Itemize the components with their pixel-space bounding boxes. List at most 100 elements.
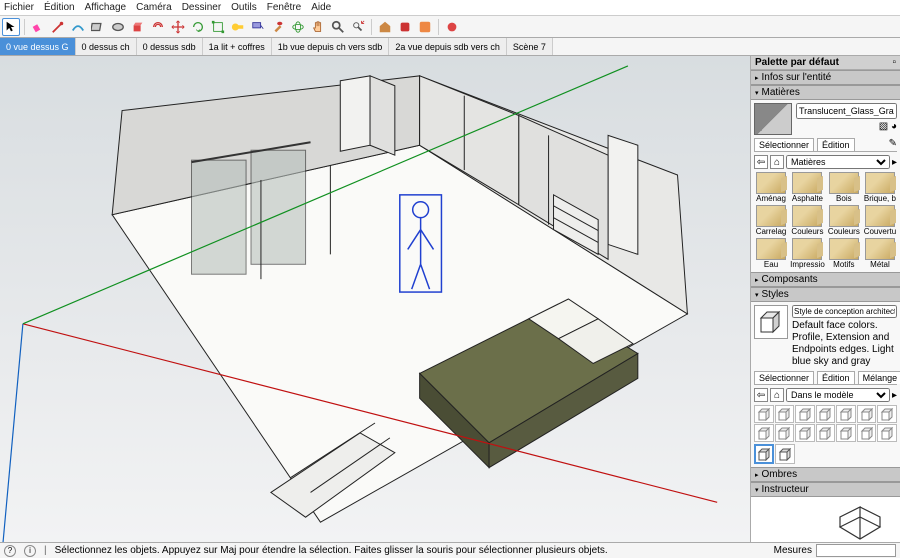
style-back-icon[interactable]: ⇦ <box>754 388 768 402</box>
style-home-icon[interactable]: ⌂ <box>770 388 784 402</box>
info-icon[interactable]: i <box>24 545 36 557</box>
home-icon[interactable]: ⌂ <box>770 155 784 169</box>
material-collection-select[interactable]: Matières <box>786 155 890 169</box>
tray-components[interactable]: ▸Composants <box>751 272 900 287</box>
offset-tool-icon[interactable] <box>149 18 167 36</box>
orbit-tool-icon[interactable] <box>289 18 307 36</box>
material-name-input[interactable] <box>796 103 897 119</box>
style-thumb[interactable] <box>816 424 836 442</box>
tray-materials[interactable]: ▾Matières <box>751 85 900 100</box>
style-details-icon[interactable]: ▸ <box>892 390 897 401</box>
material-folder[interactable]: Asphalte <box>790 172 825 203</box>
style-thumb[interactable] <box>795 424 815 442</box>
style-tab-select[interactable]: Sélectionner <box>754 371 814 384</box>
select-tool-icon[interactable] <box>2 18 20 36</box>
pencil-icon[interactable]: ✎ <box>889 138 897 151</box>
style-thumb[interactable] <box>775 444 795 464</box>
layout-icon[interactable] <box>416 18 434 36</box>
text-tool-icon[interactable] <box>249 18 267 36</box>
circle-tool-icon[interactable] <box>109 18 127 36</box>
menu-window[interactable]: Fenêtre <box>267 2 301 13</box>
tray-panel: Palette par défaut ▫ ▸Infos sur l'entité… <box>750 56 900 542</box>
back-icon[interactable]: ⇦ <box>754 155 768 169</box>
menu-file[interactable]: Fichier <box>4 2 34 13</box>
help-icon[interactable]: ? <box>4 545 16 557</box>
zoom-extents-icon[interactable] <box>349 18 367 36</box>
scene-tab[interactable]: Scène 7 <box>507 38 553 55</box>
scale-tool-icon[interactable] <box>209 18 227 36</box>
scene-tab[interactable]: 0 vue dessus G <box>0 38 76 55</box>
menu-help[interactable]: Aide <box>311 2 331 13</box>
material-folder[interactable]: Motifs <box>827 238 861 269</box>
material-folder[interactable]: Bois <box>827 172 861 203</box>
material-folder[interactable]: Eau <box>754 238 788 269</box>
style-thumb[interactable] <box>877 405 897 423</box>
dropper-icon[interactable]: ◕ <box>891 121 897 132</box>
style-thumb[interactable] <box>836 405 856 423</box>
tray-entity-info[interactable]: ▸Infos sur l'entité <box>751 70 900 85</box>
material-folder[interactable]: Couleurs <box>827 205 861 236</box>
line-tool-icon[interactable] <box>49 18 67 36</box>
instructor-body <box>751 497 900 542</box>
material-folder[interactable]: Carrelag <box>754 205 788 236</box>
tray-styles[interactable]: ▾Styles <box>751 287 900 302</box>
3d-viewport[interactable] <box>0 56 750 542</box>
scene-tab[interactable]: 1a lit + coffres <box>203 38 272 55</box>
move-tool-icon[interactable] <box>169 18 187 36</box>
tape-tool-icon[interactable] <box>229 18 247 36</box>
details-icon[interactable]: ▸ <box>892 157 897 168</box>
style-thumb[interactable] <box>877 424 897 442</box>
style-tab-edit[interactable]: Édition <box>817 371 855 384</box>
menu-view[interactable]: Affichage <box>85 2 127 13</box>
eraser-tool-icon[interactable] <box>29 18 47 36</box>
menu-tools[interactable]: Outils <box>231 2 257 13</box>
style-description: Default face colors. Profile, Extension … <box>792 320 894 367</box>
style-thumb[interactable] <box>775 405 795 423</box>
mat-tab-edit[interactable]: Édition <box>817 138 855 151</box>
tray-instructor[interactable]: ▾Instructeur <box>751 482 900 497</box>
menu-edit[interactable]: Édition <box>44 2 75 13</box>
measure-input[interactable] <box>816 544 896 557</box>
instructor-illustration <box>830 497 890 542</box>
menu-draw[interactable]: Dessiner <box>182 2 221 13</box>
menu-camera[interactable]: Caméra <box>136 2 172 13</box>
style-thumb[interactable] <box>775 424 795 442</box>
material-preview-swatch <box>754 103 792 135</box>
scene-tab[interactable]: 1b vue depuis ch vers sdb <box>272 38 390 55</box>
style-name-input[interactable] <box>792 305 897 318</box>
style-thumb[interactable] <box>836 424 856 442</box>
zoom-tool-icon[interactable] <box>329 18 347 36</box>
extension-icon[interactable] <box>396 18 414 36</box>
mat-tab-select[interactable]: Sélectionner <box>754 138 814 151</box>
material-folder[interactable]: Impressio <box>790 238 825 269</box>
warehouse-icon[interactable] <box>376 18 394 36</box>
material-folder[interactable]: Brique, b <box>863 172 897 203</box>
arc-tool-icon[interactable] <box>69 18 87 36</box>
style-collection-select[interactable]: Dans le modèle <box>786 388 890 402</box>
rotate-tool-icon[interactable] <box>189 18 207 36</box>
style-thumb[interactable] <box>816 405 836 423</box>
style-thumb-active[interactable] <box>754 444 774 464</box>
rectangle-tool-icon[interactable] <box>89 18 107 36</box>
material-folder[interactable]: Couleurs <box>790 205 825 236</box>
pushpull-tool-icon[interactable] <box>129 18 147 36</box>
panel-pin-icon[interactable]: ▫ <box>892 57 896 68</box>
create-material-icon[interactable]: ▧ <box>879 121 888 132</box>
material-folder[interactable]: Aménag <box>754 172 788 203</box>
style-tab-mix[interactable]: Mélange <box>858 371 900 384</box>
style-thumb[interactable] <box>857 405 877 423</box>
scene-tab[interactable]: 0 dessus sdb <box>137 38 203 55</box>
scene-tab[interactable]: 2a vue depuis sdb vers ch <box>389 38 507 55</box>
style-thumb[interactable] <box>795 405 815 423</box>
style-thumb[interactable] <box>857 424 877 442</box>
main-toolbar <box>0 16 900 38</box>
pan-tool-icon[interactable] <box>309 18 327 36</box>
tray-shadows[interactable]: ▸Ombres <box>751 467 900 482</box>
paint-tool-icon[interactable] <box>269 18 287 36</box>
style-thumb[interactable] <box>754 405 774 423</box>
style-thumb[interactable] <box>754 424 774 442</box>
material-folder[interactable]: Couvertu <box>863 205 897 236</box>
material-folder[interactable]: Métal <box>863 238 897 269</box>
scene-tab[interactable]: 0 dessus ch <box>76 38 137 55</box>
fredo-tool-icon[interactable] <box>443 18 461 36</box>
